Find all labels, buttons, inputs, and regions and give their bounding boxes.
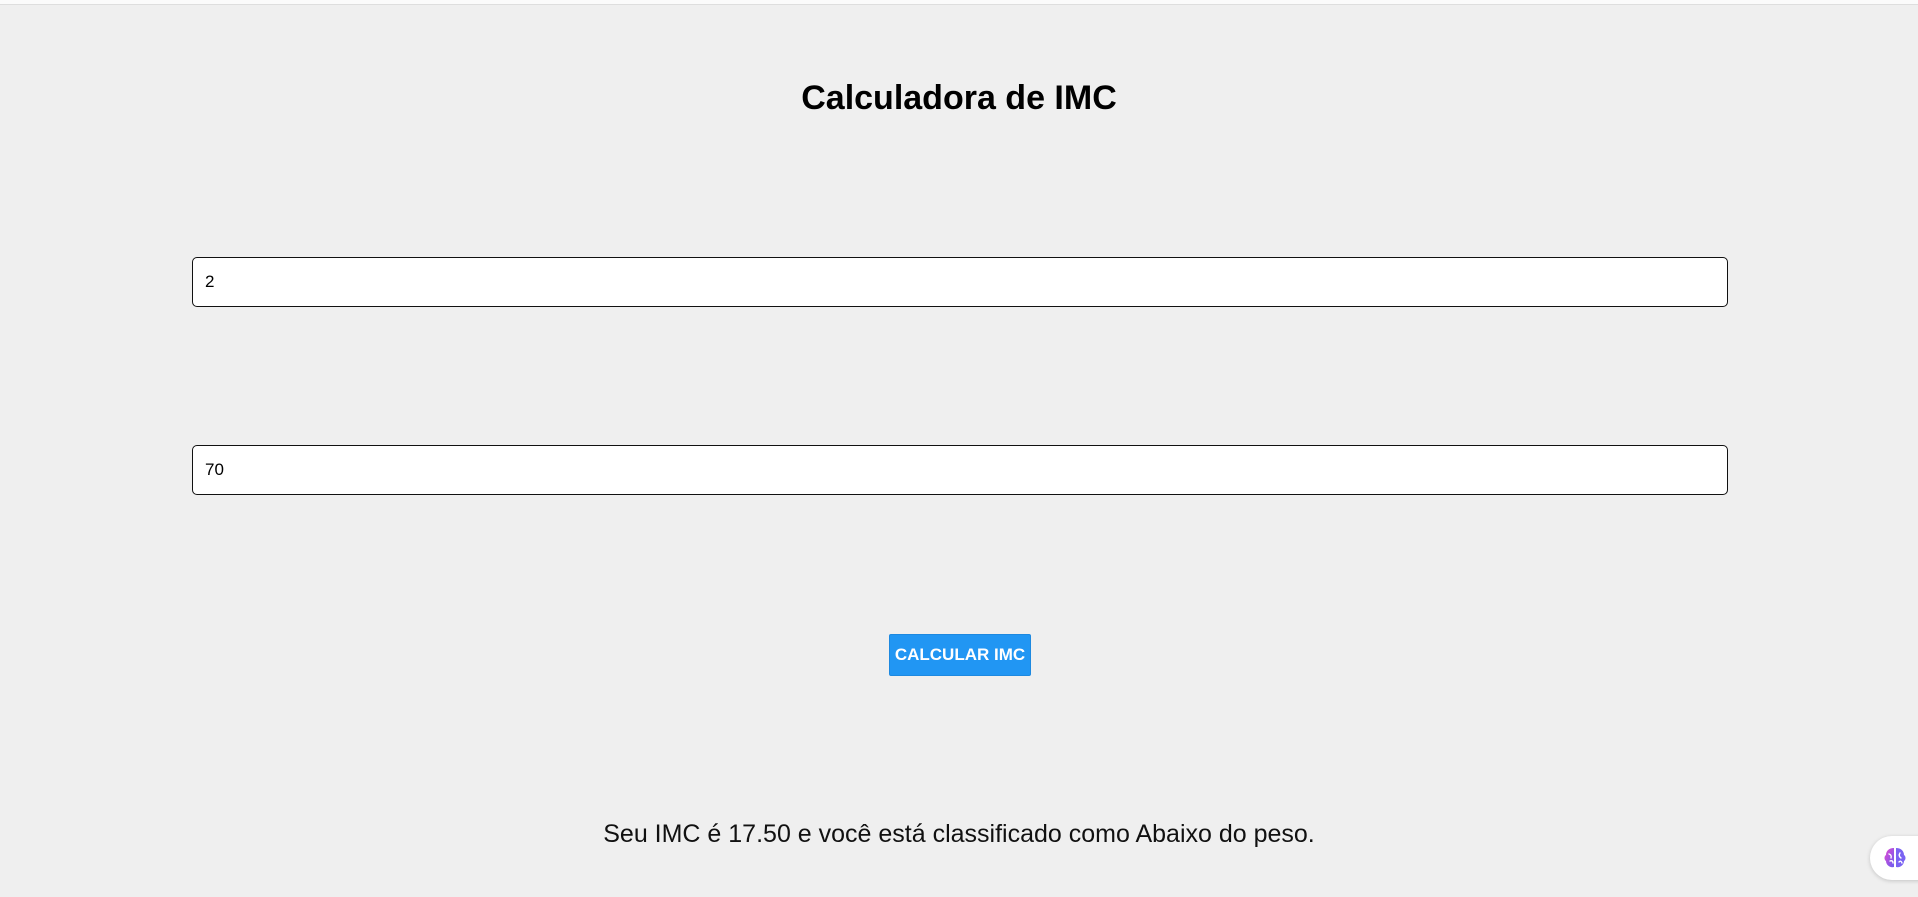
calculate-bmi-button[interactable]: CALCULAR IMC [889,634,1031,676]
result-text: Seu IMC é 17.50 e você está classificado… [603,820,1315,848]
weight-input[interactable] [192,445,1728,495]
brain-icon [1884,848,1906,868]
extension-widget[interactable] [1870,836,1918,880]
top-divider [0,0,1918,5]
page-title: Calculadora de IMC [801,79,1117,117]
height-input[interactable] [192,257,1728,307]
